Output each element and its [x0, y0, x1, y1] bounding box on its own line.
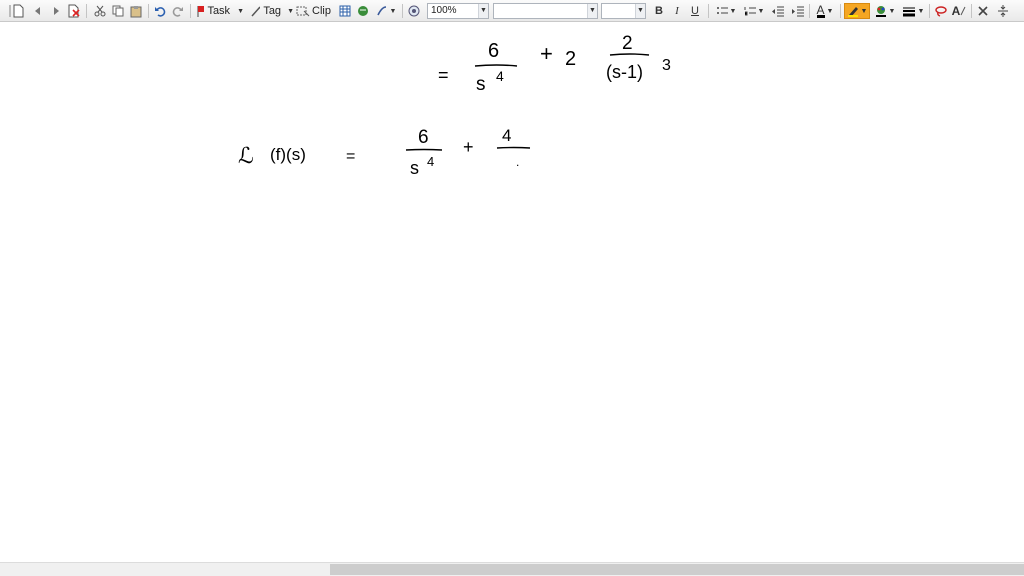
- task-label: Task: [207, 5, 231, 17]
- ink-pen-icon: [376, 6, 386, 16]
- paste-icon[interactable]: [128, 3, 144, 19]
- highlighter-button[interactable]: ▼: [844, 3, 870, 19]
- coefficient-two: 2: [565, 48, 576, 70]
- numbering-button[interactable]: ▼: [741, 3, 767, 19]
- tag-label: Tag: [263, 5, 282, 17]
- task-button[interactable]: Task ▼: [196, 3, 244, 19]
- insert-image-icon[interactable]: [355, 3, 371, 19]
- table-icon[interactable]: [337, 3, 353, 19]
- fraction-bar: [609, 53, 650, 56]
- copy-icon[interactable]: [110, 3, 126, 19]
- redo-icon[interactable]: [170, 3, 186, 19]
- fraction-bar: [496, 146, 531, 149]
- clip-icon: [296, 6, 310, 17]
- chevron-down-icon[interactable]: ▼: [287, 8, 294, 15]
- exponent-four: 4: [427, 154, 434, 169]
- denominator-s: s: [476, 74, 486, 95]
- new-page-icon[interactable]: [10, 3, 26, 19]
- chevron-down-icon[interactable]: ▼: [758, 8, 765, 15]
- forward-icon[interactable]: [48, 3, 64, 19]
- chevron-down-icon[interactable]: ▼: [635, 4, 645, 18]
- font-name-select[interactable]: ▼: [493, 3, 598, 19]
- toolbar: Task ▼ Tag ▼ Clip ▼ 100% ▼ ▼ ▼ B I U ▼ ▼: [0, 0, 1024, 22]
- zoom-select[interactable]: 100% ▼: [427, 3, 489, 19]
- bold-button[interactable]: B: [652, 3, 666, 19]
- exponent-four: 4: [496, 68, 504, 84]
- clip-label: Clip: [312, 5, 331, 17]
- chevron-down-icon[interactable]: ▼: [889, 8, 896, 15]
- numbered-list-icon: [744, 7, 756, 16]
- underline-button[interactable]: U: [688, 3, 702, 19]
- equation-line-1: = 6 s 4 + 2 2 (s-1) 3: [438, 33, 671, 95]
- back-icon[interactable]: [30, 3, 46, 19]
- insert-space-icon[interactable]: [995, 3, 1011, 19]
- font-size-select[interactable]: ▼: [601, 3, 646, 19]
- chevron-down-icon[interactable]: ▼: [587, 4, 597, 18]
- clear-format-icon: [960, 6, 966, 16]
- note-canvas[interactable]: = 6 s 4 + 2 2 (s-1) 3 ℒ (f)(s) = 6 s 4 +…: [0, 22, 1024, 562]
- ink-layer: = 6 s 4 + 2 2 (s-1) 3 ℒ (f)(s) = 6 s 4 +…: [238, 33, 671, 178]
- bullet-list-icon: [716, 7, 728, 14]
- lasso-select-icon[interactable]: [933, 3, 949, 19]
- clear-format-letter: A: [951, 4, 961, 18]
- line-weight-icon: [902, 7, 915, 17]
- zoom-value: 100%: [431, 5, 457, 16]
- chevron-down-icon[interactable]: ▼: [478, 4, 488, 18]
- numerator-two: 2: [622, 33, 633, 54]
- clear-format-button[interactable]: A: [951, 3, 967, 19]
- denominator-s-minus-one: (s-1): [606, 62, 643, 82]
- cut-icon[interactable]: [92, 3, 108, 19]
- fraction-bar: [405, 148, 443, 151]
- pen-icon: [251, 6, 261, 17]
- horizontal-scrollbar[interactable]: [0, 562, 1024, 576]
- indent-icon[interactable]: [790, 3, 806, 19]
- numerator-six: 6: [488, 40, 499, 62]
- flag-icon: [197, 6, 205, 17]
- pen-color-button[interactable]: ▼: [872, 3, 898, 19]
- laplace-script-l: ℒ: [238, 143, 254, 168]
- outdent-icon[interactable]: [770, 3, 786, 19]
- color-palette-icon: [875, 6, 886, 17]
- denominator-dot: .: [516, 155, 519, 169]
- plus-sign: +: [463, 137, 474, 157]
- laplace-arguments: (f)(s): [270, 145, 306, 164]
- scrollbar-thumb[interactable]: [330, 564, 1024, 575]
- chevron-down-icon[interactable]: ▼: [827, 8, 834, 15]
- chevron-down-icon[interactable]: ▼: [730, 8, 737, 15]
- highlighter-icon: [847, 7, 858, 17]
- equals-sign: =: [346, 148, 355, 165]
- delete-page-icon[interactable]: [66, 3, 82, 19]
- equals-sign: =: [438, 65, 449, 85]
- denominator-s: s: [410, 158, 419, 178]
- exponent-three: 3: [662, 57, 671, 74]
- font-color-letter: A: [816, 2, 825, 18]
- fraction-bar: [474, 64, 518, 67]
- chevron-down-icon[interactable]: ▼: [918, 8, 925, 15]
- ink-tool-button[interactable]: ▼: [373, 3, 399, 19]
- clip-button[interactable]: Clip: [296, 3, 332, 19]
- numerator-six: 6: [418, 127, 429, 148]
- font-color-button[interactable]: A ▼: [813, 3, 837, 19]
- numerator-four: 4: [502, 126, 511, 145]
- equation-line-2: ℒ (f)(s) = 6 s 4 + 4 .: [238, 126, 531, 178]
- undo-icon[interactable]: [152, 3, 168, 19]
- line-style-button[interactable]: ▼: [900, 3, 926, 19]
- italic-button[interactable]: I: [670, 3, 684, 19]
- plus-sign: +: [540, 41, 553, 66]
- bullets-button[interactable]: ▼: [713, 3, 739, 19]
- zoom-icon[interactable]: [406, 3, 422, 19]
- tag-button[interactable]: Tag ▼: [250, 3, 294, 19]
- chevron-down-icon[interactable]: ▼: [861, 8, 868, 15]
- chevron-down-icon[interactable]: ▼: [390, 8, 397, 15]
- chevron-down-icon[interactable]: ▼: [237, 8, 244, 15]
- eraser-icon[interactable]: [975, 3, 991, 19]
